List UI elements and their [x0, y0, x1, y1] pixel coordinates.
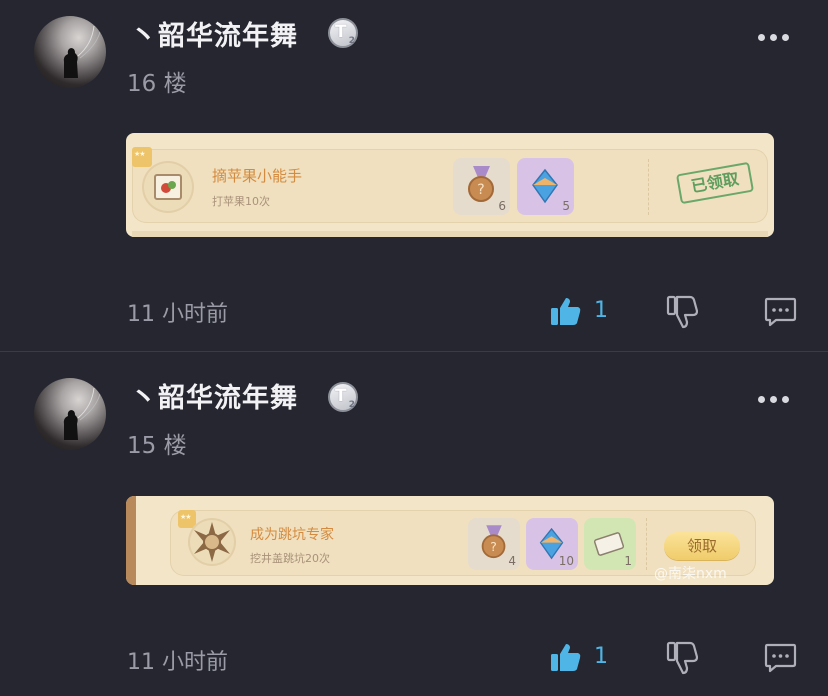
reward-count: 1 [624, 554, 632, 568]
level-badge-icon: T 2 [328, 18, 358, 48]
task-title: 成为跳坑专家 [250, 527, 334, 543]
level-badge-number: 2 [348, 400, 355, 410]
divider-line [646, 518, 647, 570]
more-options-button[interactable] [758, 30, 790, 44]
reward-count: 6 [498, 199, 506, 213]
reward-gem: 5 [517, 158, 574, 215]
more-options-button[interactable] [758, 392, 790, 406]
apple-frame-icon [142, 161, 194, 213]
username[interactable]: 丶韶华流年舞 [130, 376, 298, 415]
card-left-strip [126, 496, 136, 585]
like-count: 1 [594, 298, 608, 323]
floor-number: 15 楼 [127, 433, 187, 459]
claim-button[interactable]: 领取 [664, 532, 740, 560]
svg-text:?: ? [477, 182, 484, 198]
task-description: 打苹果10次 [212, 195, 270, 208]
divider-line [648, 159, 649, 215]
card-bottom-strip [132, 231, 768, 237]
dot-icon [758, 34, 765, 41]
dot-icon [782, 34, 789, 41]
achievement-card-image[interactable]: 摘苹果小能手 打苹果10次 ? 6 5 已领取 [126, 133, 774, 237]
username[interactable]: 丶韶华流年舞 [130, 14, 298, 53]
like-count: 1 [594, 644, 608, 669]
svg-text:?: ? [490, 540, 497, 555]
dot-icon [770, 34, 777, 41]
level-badge-number: 2 [348, 36, 355, 46]
avatar-silhouette-icon [63, 25, 101, 78]
level-badge-letter: T [335, 386, 347, 406]
level-badge-icon: T 2 [328, 382, 358, 412]
avatar-silhouette-icon [63, 387, 101, 440]
comment-post-15: 丶韶华流年舞 T 2 15 楼 成为跳坑专家 挖井盖跳坑20次 ? 4 [0, 352, 828, 696]
like-thumb-icon[interactable] [550, 296, 582, 326]
weibo-watermark: @南柒nxm [654, 566, 727, 582]
reward-medal: ? 6 [453, 158, 510, 215]
dot-icon [770, 396, 777, 403]
reward-count: 10 [558, 554, 574, 568]
level-badge-letter: T [335, 22, 347, 42]
avatar[interactable] [34, 16, 106, 88]
reward-count: 5 [562, 199, 570, 213]
reward-gem: 10 [526, 518, 578, 570]
comment-icon[interactable] [764, 643, 797, 673]
avatar[interactable] [34, 378, 106, 450]
post-time: 11 小时前 [127, 302, 228, 327]
task-title: 摘苹果小能手 [212, 167, 303, 185]
reward-medal: ? 4 [468, 518, 520, 570]
task-description: 挖井盖跳坑20次 [250, 552, 330, 565]
reward-count: 4 [508, 554, 516, 568]
achievement-card-panel [132, 149, 768, 223]
dislike-thumb-icon[interactable] [666, 295, 698, 329]
reward-ticket: 1 [584, 518, 636, 570]
dot-icon [758, 396, 765, 403]
sun-emblem-icon [188, 518, 236, 566]
like-thumb-icon[interactable] [550, 642, 582, 672]
comment-icon[interactable] [764, 297, 797, 327]
comment-post-16: 丶韶华流年舞 T 2 16 楼 摘苹果小能手 打苹果10次 ? 6 [0, 0, 828, 351]
dot-icon [782, 396, 789, 403]
floor-number: 16 楼 [127, 71, 187, 97]
post-time: 11 小时前 [127, 650, 228, 675]
dislike-thumb-icon[interactable] [666, 641, 698, 675]
